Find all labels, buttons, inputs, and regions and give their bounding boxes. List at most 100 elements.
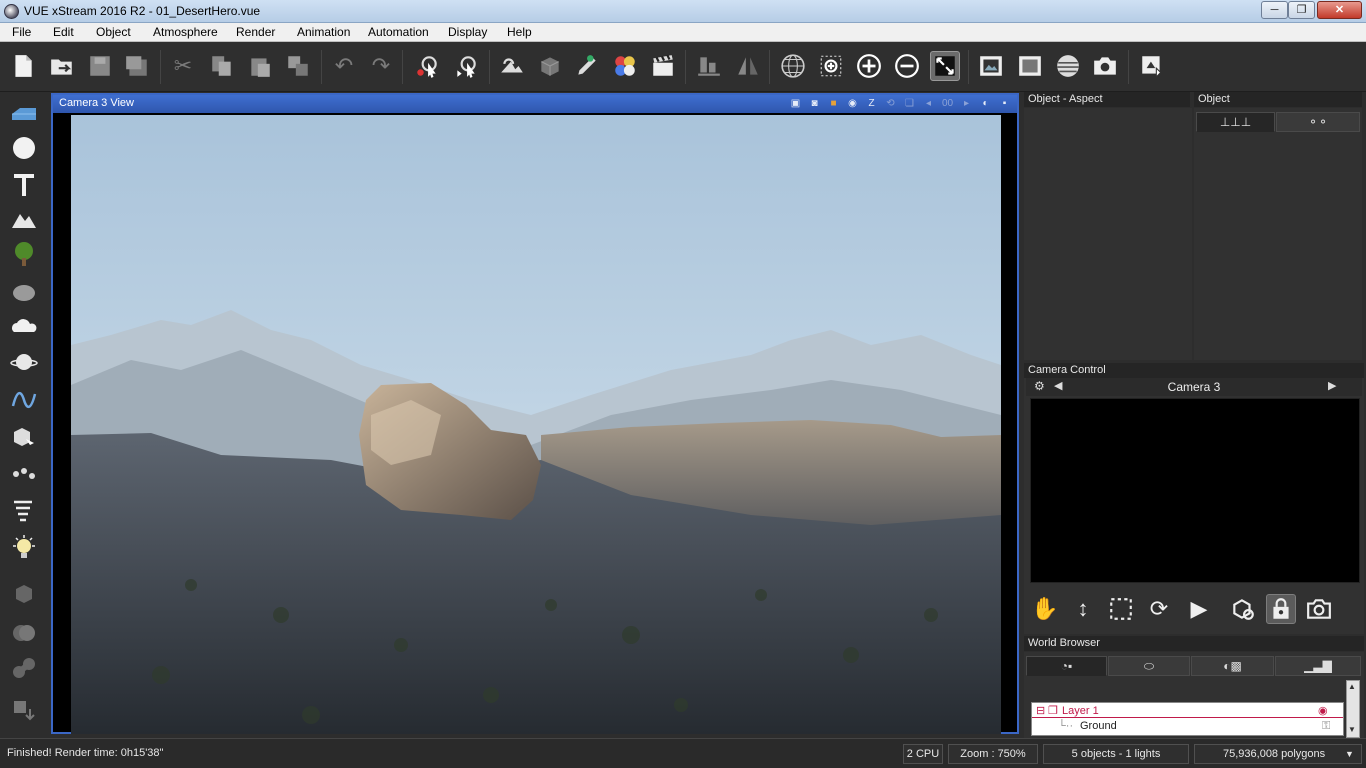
camera-cube-icon[interactable] xyxy=(1228,594,1258,624)
rock-icon[interactable] xyxy=(8,276,40,306)
redo-icon[interactable]: ↷ xyxy=(366,51,396,81)
z-label[interactable]: Z xyxy=(865,97,878,110)
lock-icon[interactable] xyxy=(1266,594,1296,624)
plane-icon[interactable] xyxy=(8,99,40,129)
layers-icon[interactable]: ❏ xyxy=(903,97,916,110)
select-drag-icon[interactable] xyxy=(451,51,481,81)
drop-icon[interactable] xyxy=(8,696,40,726)
open-file-icon[interactable] xyxy=(47,51,77,81)
terrain-icon[interactable] xyxy=(8,203,40,233)
menu-animation[interactable]: Animation xyxy=(297,25,350,39)
camera-icon[interactable]: ▣ xyxy=(789,97,802,110)
tree-expand-icon[interactable]: ⊟ xyxy=(1036,704,1045,718)
maximize-button[interactable]: ❐ xyxy=(1288,1,1315,19)
colors-icon[interactable] xyxy=(610,51,640,81)
group-icon[interactable] xyxy=(8,580,40,610)
wind-icon[interactable] xyxy=(8,495,40,525)
world-browser-tab-objects[interactable]: ◔▪ xyxy=(1026,656,1107,676)
next-icon[interactable]: ▸ xyxy=(960,97,973,110)
menu-file[interactable]: File xyxy=(12,25,31,39)
object-tab-transform[interactable]: ⚬⚬ xyxy=(1276,112,1360,132)
undo-icon[interactable]: ↶ xyxy=(329,51,359,81)
duplicate-icon[interactable] xyxy=(283,51,313,81)
curve-icon[interactable] xyxy=(8,383,40,413)
camera-settings-icon[interactable] xyxy=(1304,594,1334,624)
object-panel xyxy=(1194,108,1362,360)
scroll-down-icon[interactable]: ▼ xyxy=(1348,725,1356,734)
zoom-region-icon[interactable] xyxy=(816,51,846,81)
export-icon[interactable] xyxy=(1137,51,1167,81)
pan-hand-icon[interactable]: ✋ xyxy=(1030,594,1060,624)
world-browser-tab-textures[interactable]: ◐▩ xyxy=(1191,656,1274,676)
align-icon[interactable] xyxy=(694,51,724,81)
brush-icon[interactable] xyxy=(572,51,602,81)
paste-icon[interactable] xyxy=(245,51,275,81)
select-icon[interactable] xyxy=(412,51,442,81)
save-view-icon[interactable]: ▪ xyxy=(998,97,1011,110)
world-browser-tab-stats[interactable]: ▁▃▇ xyxy=(1275,656,1361,676)
menu-help[interactable]: Help xyxy=(507,25,532,39)
atmosphere-icon[interactable] xyxy=(497,51,527,81)
scroll-up-icon[interactable]: ▲ xyxy=(1348,682,1356,691)
object-import-icon[interactable] xyxy=(8,422,40,452)
world-browser-scrollbar[interactable]: ▲ ▼ xyxy=(1346,680,1360,738)
camera-icon[interactable] xyxy=(1090,51,1120,81)
polygon-count[interactable]: 75,936,008 polygons ▼ xyxy=(1194,744,1362,764)
eye-icon[interactable]: ◉ xyxy=(1318,704,1328,718)
boolean-icon[interactable] xyxy=(8,618,40,648)
metablob-icon[interactable] xyxy=(8,653,40,683)
fit-view-icon[interactable] xyxy=(930,51,960,81)
plant-icon[interactable] xyxy=(8,239,40,269)
text-icon[interactable] xyxy=(8,169,40,199)
lock-icon[interactable]: ⚿ xyxy=(1322,719,1330,733)
menu-edit[interactable]: Edit xyxy=(53,25,74,39)
pie-icon[interactable]: ◐ xyxy=(979,97,992,110)
light-icon[interactable] xyxy=(8,533,40,563)
minimize-button[interactable]: ─ xyxy=(1261,1,1288,19)
tree-row-layer-1[interactable]: ⊟ ❐ Layer 1 ◉ xyxy=(1032,704,1343,718)
globe-icon[interactable] xyxy=(778,51,808,81)
orbit-icon[interactable]: ⟳ xyxy=(1144,594,1174,624)
close-button[interactable]: ✕ xyxy=(1317,1,1362,19)
prev-icon[interactable]: ◂ xyxy=(922,97,935,110)
vue-app-icon[interactable] xyxy=(4,4,19,19)
infinity-label[interactable]: 00 xyxy=(941,97,954,110)
planet-icon[interactable] xyxy=(8,347,40,377)
camera-viewport[interactable]: Camera 3 View ▣ ◙ ■ ◉ Z ⟲ ❏ ◂ 00 ▸ ◐ ▪ xyxy=(51,93,1019,734)
mirror-icon[interactable] xyxy=(733,51,763,81)
render-sphere-icon[interactable] xyxy=(1053,51,1083,81)
render-icon[interactable]: ◙ xyxy=(808,97,821,110)
menu-object[interactable]: Object xyxy=(96,25,131,39)
world-browser-list[interactable]: ⊟ ❐ Layer 1 ◉ └·· Ground ⚿ xyxy=(1031,702,1344,736)
save-icon[interactable] xyxy=(85,51,115,81)
cut-icon[interactable]: ✂ xyxy=(168,51,198,81)
menu-render[interactable]: Render xyxy=(236,25,275,39)
world-browser-tab-materials[interactable]: ⬭ xyxy=(1108,656,1190,676)
chevron-down-icon[interactable]: ▼ xyxy=(1345,745,1354,763)
cloud-icon[interactable] xyxy=(8,311,40,341)
zoom-in-icon[interactable] xyxy=(854,51,884,81)
render-area-icon[interactable] xyxy=(1015,51,1045,81)
menu-display[interactable]: Display xyxy=(448,25,487,39)
path-icon[interactable] xyxy=(8,459,40,489)
frame-icon[interactable]: ■ xyxy=(827,97,840,110)
render-screen-icon[interactable] xyxy=(976,51,1006,81)
dolly-arrow-icon[interactable]: ↕ xyxy=(1068,594,1098,624)
next-camera-icon[interactable]: ▶ xyxy=(1328,379,1336,392)
menu-atmosphere[interactable]: Atmosphere xyxy=(153,25,218,39)
new-file-icon[interactable] xyxy=(8,51,38,81)
save-as-icon[interactable] xyxy=(122,51,152,81)
material-icon[interactable] xyxy=(535,51,565,81)
copy-icon[interactable] xyxy=(207,51,237,81)
tree-row-ground[interactable]: └·· Ground ⚿ xyxy=(1032,719,1343,733)
camera-selector[interactable]: ⚙ ◀ Camera 3 ▶ xyxy=(1026,378,1362,396)
object-tab-ruler[interactable]: ⊥⊥⊥ xyxy=(1196,112,1275,132)
sphere-icon[interactable] xyxy=(8,133,40,163)
play-icon[interactable]: ▶ xyxy=(1184,594,1214,624)
zoom-out-icon[interactable] xyxy=(892,51,922,81)
frame-select-icon[interactable] xyxy=(1106,594,1136,624)
loop-icon[interactable]: ⟲ xyxy=(884,97,897,110)
animation-clapper-icon[interactable] xyxy=(648,51,678,81)
menu-automation[interactable]: Automation xyxy=(368,25,429,39)
focus-icon[interactable]: ◉ xyxy=(846,97,859,110)
